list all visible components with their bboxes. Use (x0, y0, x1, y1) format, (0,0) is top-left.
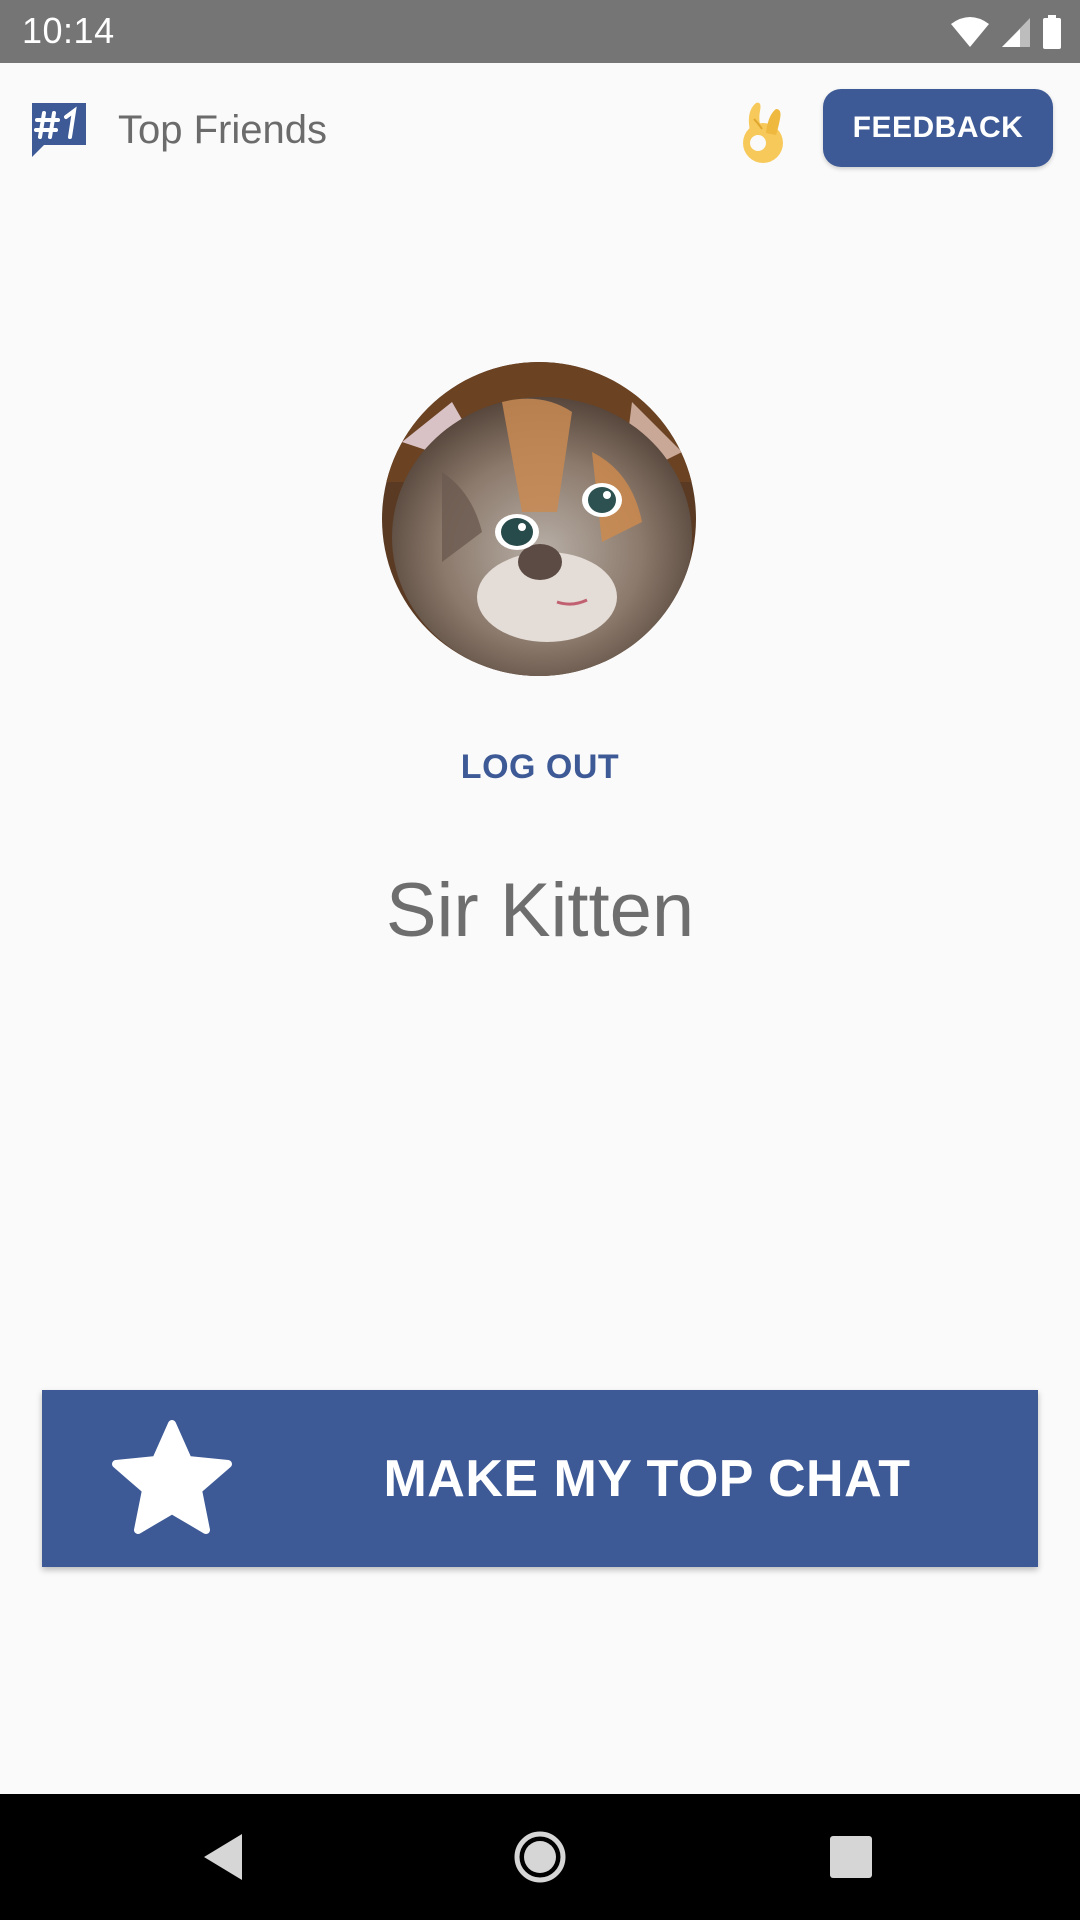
star-icon (112, 1420, 232, 1534)
wifi-icon (951, 17, 989, 47)
kitten-avatar-photo (382, 362, 696, 676)
app-bar: Top Friends FEEDBACK (0, 63, 1080, 197)
status-time: 10:14 (22, 10, 115, 51)
status-icons (950, 12, 1062, 52)
screen: 10:14 Top Friends FEEDBACK LOG OUT Sir K… (0, 0, 1080, 1920)
app-title: Top Friends (118, 108, 327, 152)
make-top-chat-label: MAKE MY TOP CHAT (383, 1449, 911, 1508)
back-icon[interactable] (190, 1824, 256, 1890)
hash-one-chat-logo-icon (32, 103, 86, 157)
recents-icon[interactable] (818, 1824, 884, 1890)
feedback-button[interactable]: FEEDBACK (823, 89, 1053, 167)
status-bar: 10:14 (0, 0, 1080, 63)
avatar (382, 362, 696, 676)
ok-hand-emoji-icon[interactable] (736, 99, 788, 165)
navigation-bar (0, 1794, 1080, 1920)
battery-icon (1043, 15, 1061, 49)
home-icon[interactable] (507, 1824, 573, 1890)
cellular-signal-icon (1002, 18, 1030, 47)
user-name: Sir Kitten (385, 868, 695, 953)
logout-button[interactable]: LOG OUT (390, 740, 690, 794)
make-top-chat-button[interactable]: MAKE MY TOP CHAT (42, 1390, 1038, 1567)
